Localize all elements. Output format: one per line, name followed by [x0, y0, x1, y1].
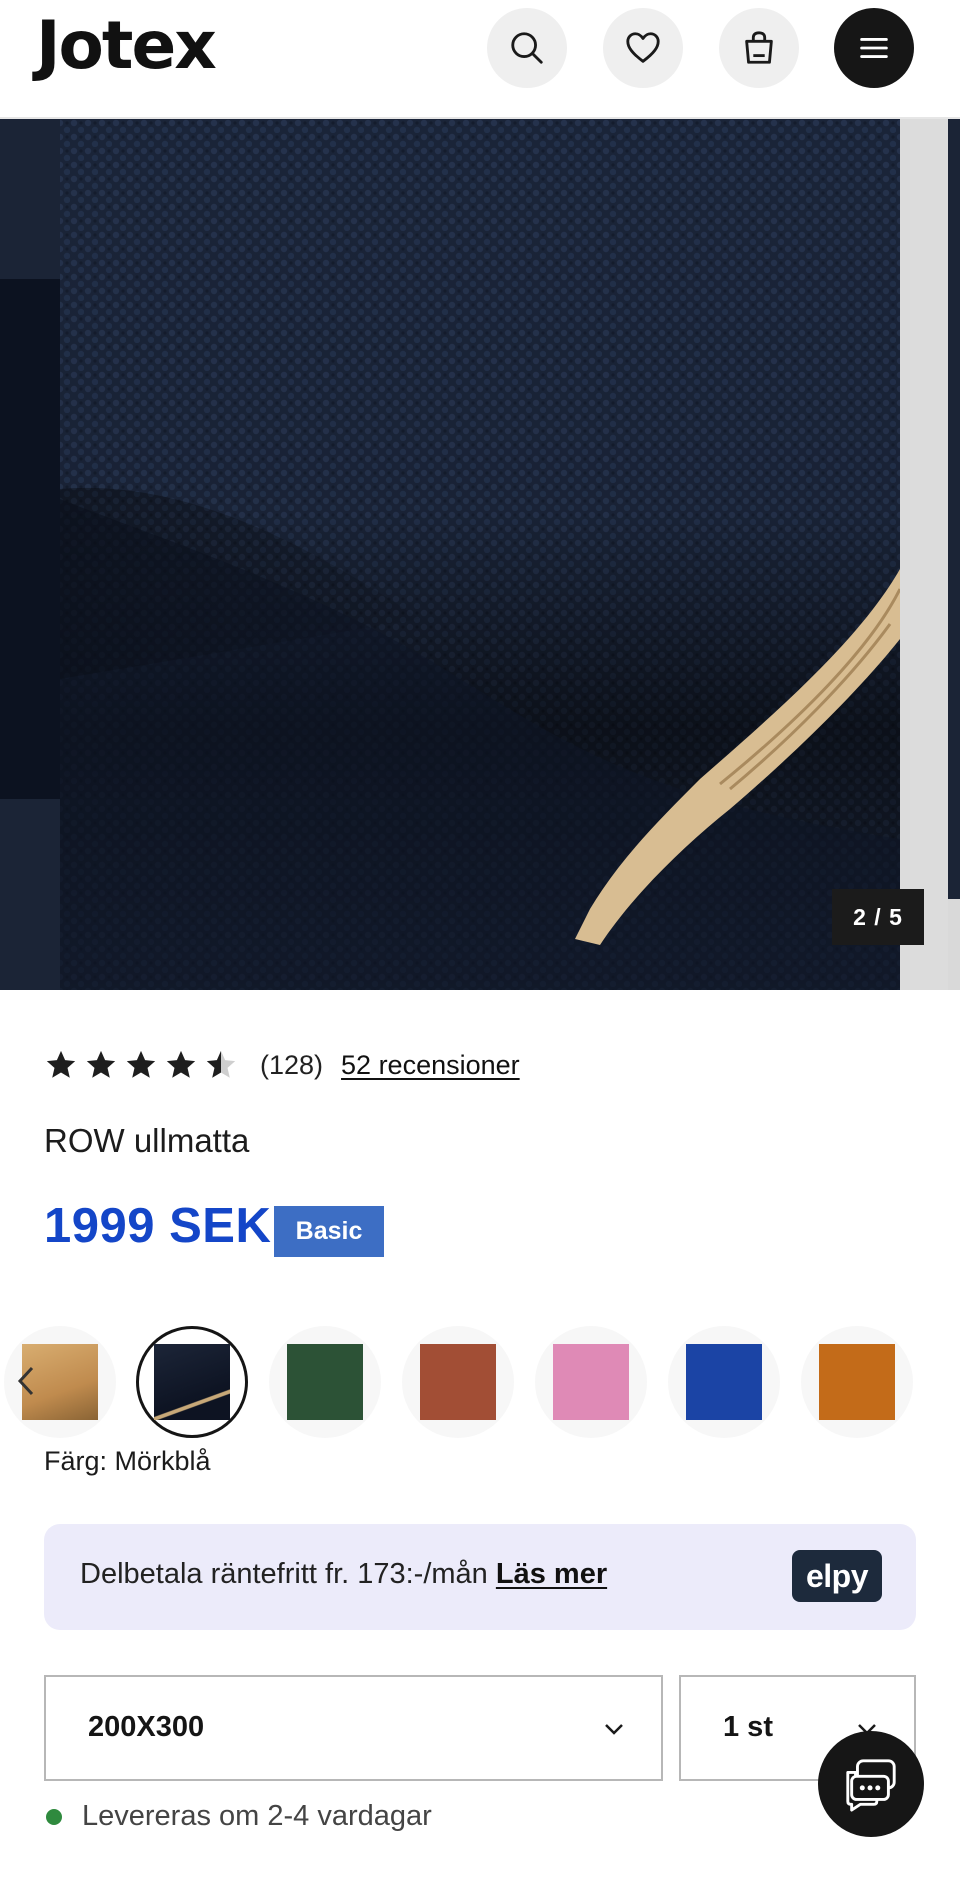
chat-icon	[846, 1759, 896, 1812]
size-value: 200X300	[88, 1711, 205, 1743]
swatch-chip	[819, 1344, 895, 1420]
jotex-logo[interactable]: Jotex	[36, 6, 217, 86]
star-icon	[126, 1050, 156, 1078]
image-counter: 2 / 5	[832, 889, 924, 945]
quantity-value: 1 st	[723, 1711, 773, 1743]
product-image	[0, 119, 960, 990]
rating-stars	[44, 1048, 238, 1082]
swatch-chip	[686, 1344, 762, 1420]
installment-banner: Delbetala räntefritt fr. 173:-/mån Läs m…	[44, 1524, 916, 1630]
product-title: ROW ullmatta	[44, 1122, 250, 1159]
star-icon	[46, 1050, 76, 1078]
rating-count: (128)	[260, 1049, 324, 1080]
menu-icon	[860, 38, 888, 58]
half-star-icon	[206, 1050, 236, 1078]
wishlist-button[interactable]	[603, 8, 683, 88]
swatch-chip	[420, 1344, 496, 1420]
search-icon	[511, 32, 543, 64]
site-header: Jotex	[0, 0, 960, 119]
in-stock-dot	[46, 1808, 62, 1825]
search-button[interactable]	[487, 8, 567, 88]
swatch-blue[interactable]	[668, 1326, 780, 1438]
product-image-gallery[interactable]	[0, 119, 960, 990]
bag-icon	[745, 31, 773, 64]
installment-text: Delbetala räntefritt fr. 173:-/mån Läs m…	[80, 1558, 607, 1591]
chevron-down-icon	[605, 1724, 623, 1735]
menu-button[interactable]	[834, 8, 914, 88]
swatch-dark-blue[interactable]	[136, 1326, 248, 1438]
selected-color-label: Färg: Mörkblå	[44, 1446, 211, 1476]
chevron-left-icon[interactable]	[14, 1364, 38, 1398]
swatch-pink[interactable]	[535, 1326, 647, 1438]
read-more-link[interactable]: Läs mer	[496, 1558, 607, 1590]
swatch-orange[interactable]	[801, 1326, 913, 1438]
size-select[interactable]: 200X300	[44, 1675, 663, 1781]
star-icon	[86, 1050, 116, 1078]
swatch-chip	[287, 1344, 363, 1420]
elpy-logo: elpy	[792, 1550, 882, 1602]
cart-button[interactable]	[719, 8, 799, 88]
swatch-rust[interactable]	[402, 1326, 514, 1438]
color-swatches	[0, 1324, 960, 1438]
chat-button[interactable]	[818, 1731, 924, 1837]
swatch-chip	[154, 1344, 230, 1420]
heart-icon	[626, 32, 660, 63]
product-rating: (128) 52 recensioner	[44, 1040, 520, 1090]
star-icon	[166, 1050, 196, 1078]
reviews-link[interactable]: 52 recensioner	[341, 1050, 520, 1081]
delivery-info: Levereras om 2-4 vardagar	[46, 1800, 432, 1833]
basic-badge: Basic	[274, 1206, 384, 1257]
product-price: 1999 SEK	[44, 1199, 272, 1253]
delivery-text: Levereras om 2-4 vardagar	[82, 1800, 432, 1832]
swatch-green[interactable]	[269, 1326, 381, 1438]
swatch-chip	[553, 1344, 629, 1420]
installment-info: Delbetala räntefritt fr. 173:-/mån	[80, 1558, 496, 1590]
